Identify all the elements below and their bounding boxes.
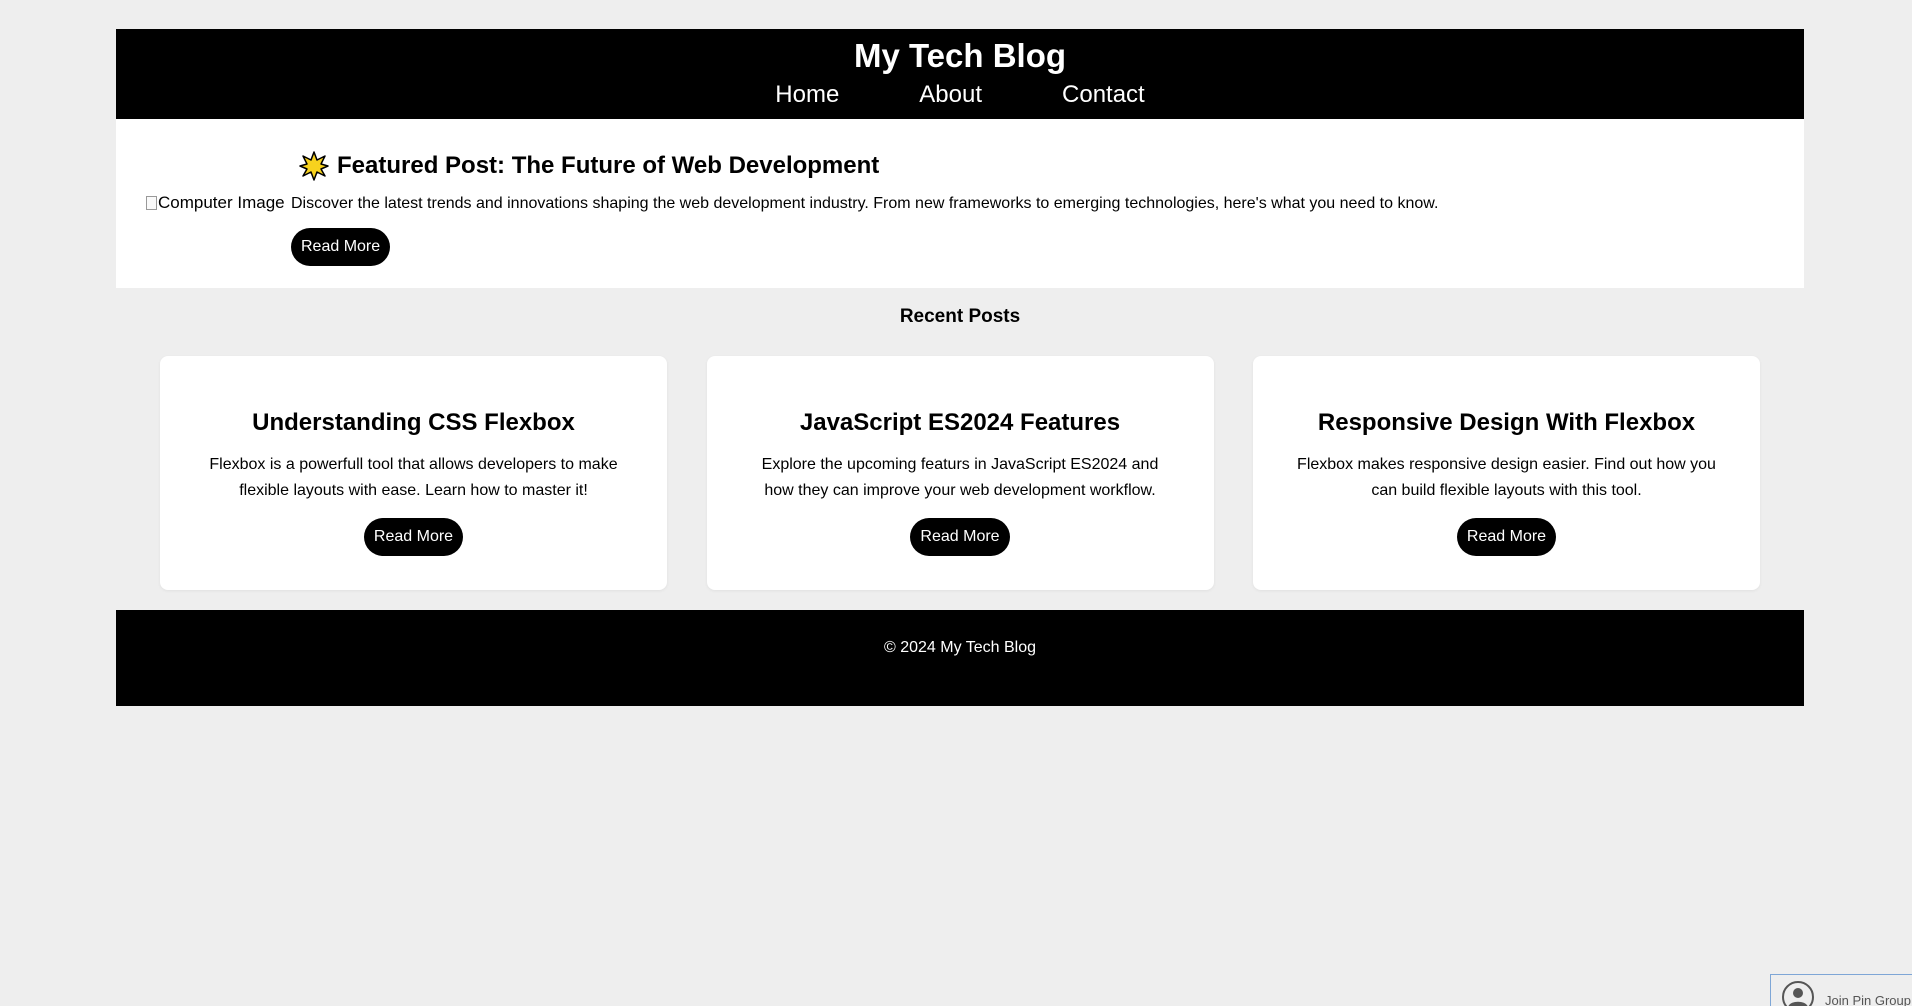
featured-title-text: Featured Post: The Future of Web Develop… xyxy=(337,152,880,179)
post-read-more-button[interactable]: Read More xyxy=(363,518,464,556)
post-cards: Understanding CSS Flexbox Flexbox is a p… xyxy=(116,356,1804,590)
featured-read-more-button[interactable]: Read More xyxy=(291,228,391,266)
site-footer: © 2024 My Tech Blog xyxy=(116,610,1804,706)
site-title: My Tech Blog xyxy=(853,37,1067,74)
post-card-description: Flexbox makes responsive design easier. … xyxy=(1297,456,1716,499)
recent-posts: Recent Posts Understanding CSS Flexbox F… xyxy=(116,288,1804,590)
star-icon xyxy=(299,151,329,181)
post-card: Responsive Design With Flexbox Flexbox m… xyxy=(1253,356,1760,590)
featured-description: Discover the latest trends and innovatio… xyxy=(291,195,1439,212)
broken-image-icon xyxy=(146,196,157,210)
nav-contact-link[interactable]: Contact xyxy=(1062,79,1145,111)
featured-title: Featured Post: The Future of Web Develop… xyxy=(291,151,1438,181)
post-card: JavaScript ES2024 Features Explore the u… xyxy=(706,356,1214,590)
post-read-more-button[interactable]: Read More xyxy=(1456,518,1557,556)
page: My Tech Blog Home About Contact Computer… xyxy=(0,0,1912,1006)
footer-copyright: © 2024 My Tech Blog xyxy=(883,639,1037,656)
post-card: Understanding CSS Flexbox Flexbox is a p… xyxy=(160,356,667,590)
post-card-title: Responsive Design With Flexbox xyxy=(1317,409,1696,436)
join-group-widget[interactable]: Join Pin Group xyxy=(1770,974,1912,1006)
post-read-more-button[interactable]: Read More xyxy=(910,518,1010,556)
post-card-title: Understanding CSS Flexbox xyxy=(252,409,575,436)
blog-container: My Tech Blog Home About Contact Computer… xyxy=(116,29,1804,706)
featured-image: Computer Image xyxy=(146,193,285,213)
post-card-description: Flexbox is a powerfull tool that allows … xyxy=(209,456,618,499)
post-card-title: JavaScript ES2024 Features xyxy=(799,409,1121,436)
user-icon xyxy=(1782,980,1814,1006)
post-card-description: Explore the upcoming featurs in JavaScri… xyxy=(761,456,1159,499)
featured-content: Featured Post: The Future of Web Develop… xyxy=(291,151,1438,266)
featured-image-alt: Computer Image xyxy=(158,193,285,212)
site-header: My Tech Blog Home About Contact xyxy=(116,29,1804,119)
nav-home-link[interactable]: Home xyxy=(775,79,839,111)
featured-post: Computer Image Featured Post: The Future… xyxy=(116,119,1804,288)
recent-posts-heading: Recent Posts xyxy=(899,306,1021,327)
main-nav: Home About Contact xyxy=(116,79,1804,111)
join-group-label: Join Pin Group xyxy=(1825,993,1911,1006)
nav-about-link[interactable]: About xyxy=(919,79,982,111)
